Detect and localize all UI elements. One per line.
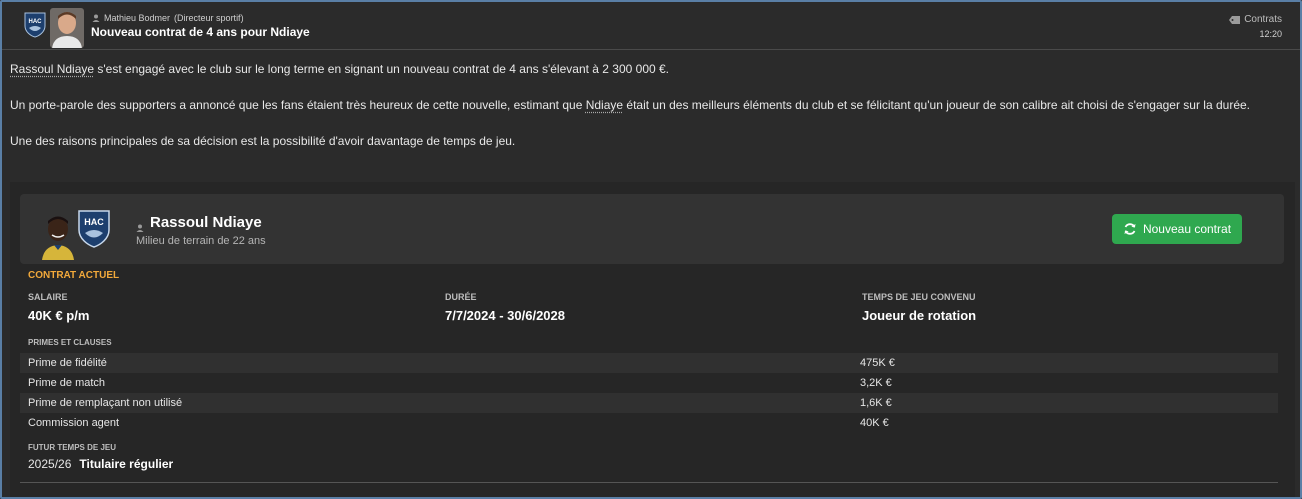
new-contract-label: Nouveau contrat: [1142, 222, 1232, 236]
table-row: Prime de fidélité 475K €: [20, 353, 1278, 373]
paragraph-2-pre: Un porte-parole des supporters a annoncé…: [10, 98, 586, 112]
club-badge-icon: HAC: [24, 12, 46, 38]
clauses-table: Prime de fidélité 475K € Prime de match …: [20, 353, 1278, 433]
clause-name: Commission agent: [28, 417, 120, 429]
future-playtime-label: FUTUR TEMPS DE JEU: [28, 443, 117, 452]
person-icon: [92, 14, 100, 22]
message-subject: Nouveau contrat de 4 ans pour Ndiaye: [91, 25, 310, 39]
playtime-label: TEMPS DE JEU CONVENU: [862, 292, 976, 302]
sender-role: (Directeur sportif): [174, 13, 244, 23]
clause-name: Prime de match: [28, 377, 106, 389]
player-avatar[interactable]: [40, 210, 76, 260]
future-playtime-line: 2025/26 Titulaire régulier: [28, 457, 173, 471]
clause-value: 3,2K €: [860, 377, 892, 389]
sender-name[interactable]: Mathieu Bodmer: [104, 13, 170, 23]
refresh-icon: [1123, 222, 1137, 236]
new-contract-button[interactable]: Nouveau contrat: [1112, 214, 1242, 244]
player-link-2[interactable]: Ndiaye: [586, 98, 623, 112]
message-time: 12:20: [1259, 29, 1282, 39]
salary-label: SALAIRE: [28, 292, 68, 302]
clause-name: Prime de fidélité: [28, 357, 107, 369]
salary-value: 40K € p/m: [28, 308, 90, 323]
table-row: Prime de match 3,2K €: [20, 373, 1278, 393]
paragraph-2-post: était un des meilleurs éléments du club …: [623, 98, 1251, 112]
player-position-age: Milieu de terrain de 22 ans: [136, 235, 266, 247]
paragraph-1-text: s'est engagé avec le club sur le long te…: [94, 62, 670, 76]
player-link[interactable]: Rassoul Ndiaye: [10, 62, 94, 76]
badge-text: HAC: [29, 19, 43, 25]
clause-value: 40K €: [860, 417, 889, 429]
player-name[interactable]: Rassoul Ndiaye: [150, 214, 262, 231]
category-label: Contrats: [1244, 14, 1282, 25]
message-body: Rassoul Ndiaye s'est engagé avec le club…: [10, 60, 1290, 168]
table-row: Commission agent 40K €: [20, 413, 1278, 433]
clause-name: Prime de remplaçant non utilisé: [28, 397, 183, 409]
table-row: Prime de remplaçant non utilisé 1,6K €: [20, 393, 1278, 413]
clause-value: 475K €: [860, 357, 895, 369]
message-header: HAC Mathieu Bodmer (Directeur sportif) N…: [2, 2, 1300, 50]
paragraph-1: Rassoul Ndiaye s'est engagé avec le club…: [10, 60, 1290, 79]
sender-avatar[interactable]: [50, 8, 84, 48]
playtime-value: Joueur de rotation: [862, 308, 977, 323]
contract-card: HAC Rassoul Ndiaye Milieu de terrain de …: [10, 182, 1295, 497]
clauses-label: PRIMES ET CLAUSES: [28, 338, 112, 347]
current-contract-title: CONTRAT ACTUEL: [28, 270, 120, 281]
person-icon: [136, 219, 144, 232]
duration-value: 7/7/2024 - 30/6/2028: [445, 308, 565, 323]
badge-text: HAC: [84, 217, 104, 227]
club-badge-icon[interactable]: HAC: [78, 210, 110, 248]
divider: [20, 482, 1278, 483]
future-role: Titulaire régulier: [79, 457, 174, 471]
player-summary: HAC Rassoul Ndiaye Milieu de terrain de …: [20, 194, 1284, 264]
tag-icon: [1229, 15, 1241, 24]
duration-label: DURÉE: [445, 292, 477, 302]
player-name-line: Rassoul Ndiaye: [136, 214, 262, 232]
future-season: 2025/26: [28, 457, 72, 471]
paragraph-3: Une des raisons principales de sa décisi…: [10, 134, 516, 148]
clause-value: 1,6K €: [860, 397, 892, 409]
news-item-panel: HAC Mathieu Bodmer (Directeur sportif) N…: [0, 0, 1302, 499]
sender-line: Mathieu Bodmer (Directeur sportif): [92, 13, 244, 23]
message-category[interactable]: Contrats: [1229, 14, 1282, 25]
paragraph-2: Un porte-parole des supporters a annoncé…: [10, 96, 1290, 115]
